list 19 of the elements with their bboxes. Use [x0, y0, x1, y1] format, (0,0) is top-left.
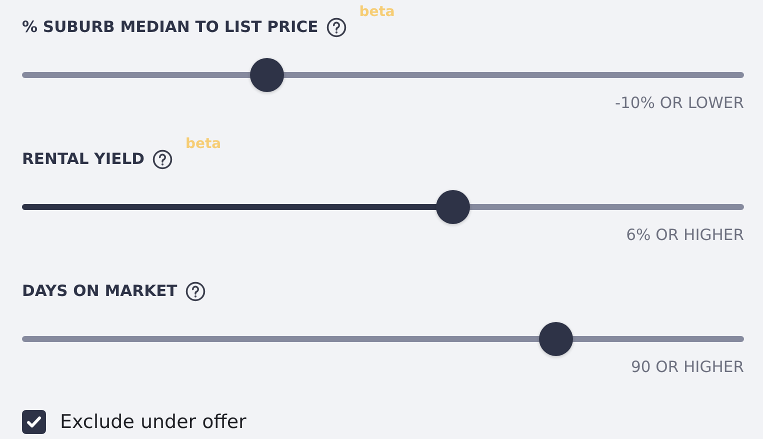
- beta-label: beta: [185, 136, 222, 152]
- slider-thumb[interactable]: [539, 322, 574, 356]
- slider-thumb[interactable]: [436, 190, 470, 224]
- slider[interactable]: [22, 322, 744, 356]
- filter-label: DAYS ON MARKET: [22, 282, 178, 300]
- slider-reading: 90 OR HIGHER: [630, 358, 744, 378]
- help-icon[interactable]: [185, 280, 206, 302]
- checkbox[interactable]: [22, 410, 46, 434]
- beta-label: beta: [359, 4, 395, 20]
- slider-thumb[interactable]: [250, 58, 284, 92]
- slider[interactable]: [22, 58, 744, 92]
- filter-label: RENTAL YIELD: [22, 150, 144, 168]
- help-icon[interactable]: [152, 148, 174, 170]
- slider-reading: -10% OR LOWER: [614, 94, 744, 114]
- help-icon[interactable]: [326, 16, 348, 38]
- filter-label: % SUBURB MEDIAN TO LIST PRICE: [22, 18, 318, 36]
- slider-reading: 6% OR HIGHER: [625, 226, 744, 246]
- checkbox-label: Exclude under offer: [60, 411, 246, 433]
- slider[interactable]: [22, 190, 744, 224]
